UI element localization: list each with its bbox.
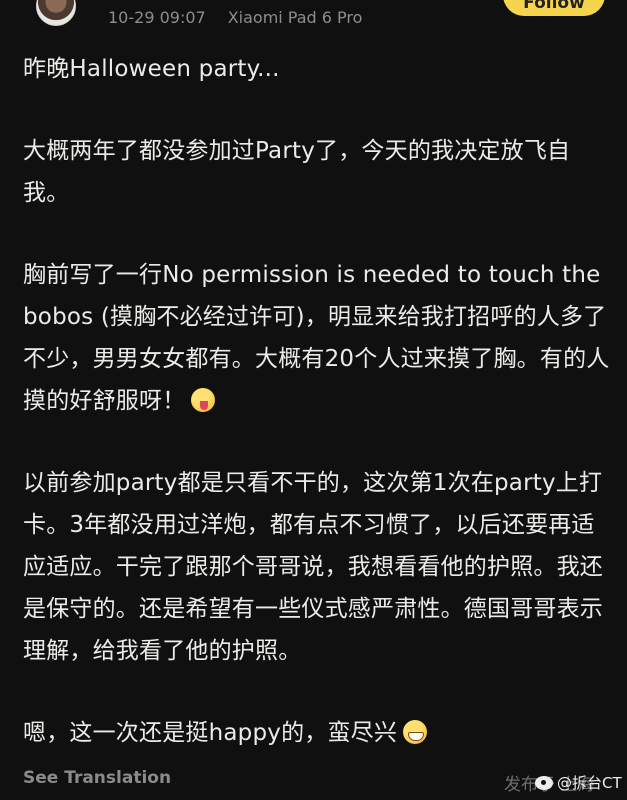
post-paragraph-text: 以前参加party都是只看不干的，这次第1次在party上打卡。3年都没用过洋炮… [23, 470, 603, 664]
post-paragraph: 昨晚Halloween party... [23, 48, 613, 90]
see-translation-link[interactable]: See Translation [23, 768, 171, 788]
post-meta: 10-29 09:07 Xiaomi Pad 6 Pro [108, 8, 362, 27]
post-paragraph: 以前参加party都是只看不干的，这次第1次在party上打卡。3年都没用过洋炮… [23, 462, 613, 672]
post-paragraph: 胸前写了一行No permission is needed to touch t… [23, 254, 613, 422]
post-paragraph: 大概两年了都没参加过Party了，今天的我决定放飞自我。 [23, 130, 613, 214]
post-paragraph-text: 昨晚Halloween party... [23, 56, 280, 82]
post-timestamp: 10-29 09:07 [108, 8, 206, 27]
post-body: 昨晚Halloween party... 大概两年了都没参加过Party了，今天… [23, 48, 613, 794]
user-avatar[interactable] [36, 0, 76, 26]
post-header: 10-29 09:07 Xiaomi Pad 6 Pro Follow [0, 0, 627, 36]
post-paragraph-text: 嗯，这一次还是挺happy的，蛮尽兴 [23, 720, 398, 746]
weibo-watermark: @拆台CT [535, 772, 622, 793]
tongue-face-emoji-icon [191, 388, 216, 412]
follow-button[interactable]: Follow [503, 0, 605, 16]
weibo-logo-icon [535, 775, 553, 790]
grin-face-emoji-icon [403, 720, 428, 744]
watermark-text: @拆台CT [557, 774, 622, 792]
post-device: Xiaomi Pad 6 Pro [227, 8, 363, 27]
post-paragraph-text: 胸前写了一行No permission is needed to touch t… [23, 262, 610, 414]
post-paragraph: 嗯，这一次还是挺happy的，蛮尽兴 [23, 712, 613, 754]
post-paragraph-text: 大概两年了都没参加过Party了，今天的我决定放飞自我。 [23, 138, 571, 206]
